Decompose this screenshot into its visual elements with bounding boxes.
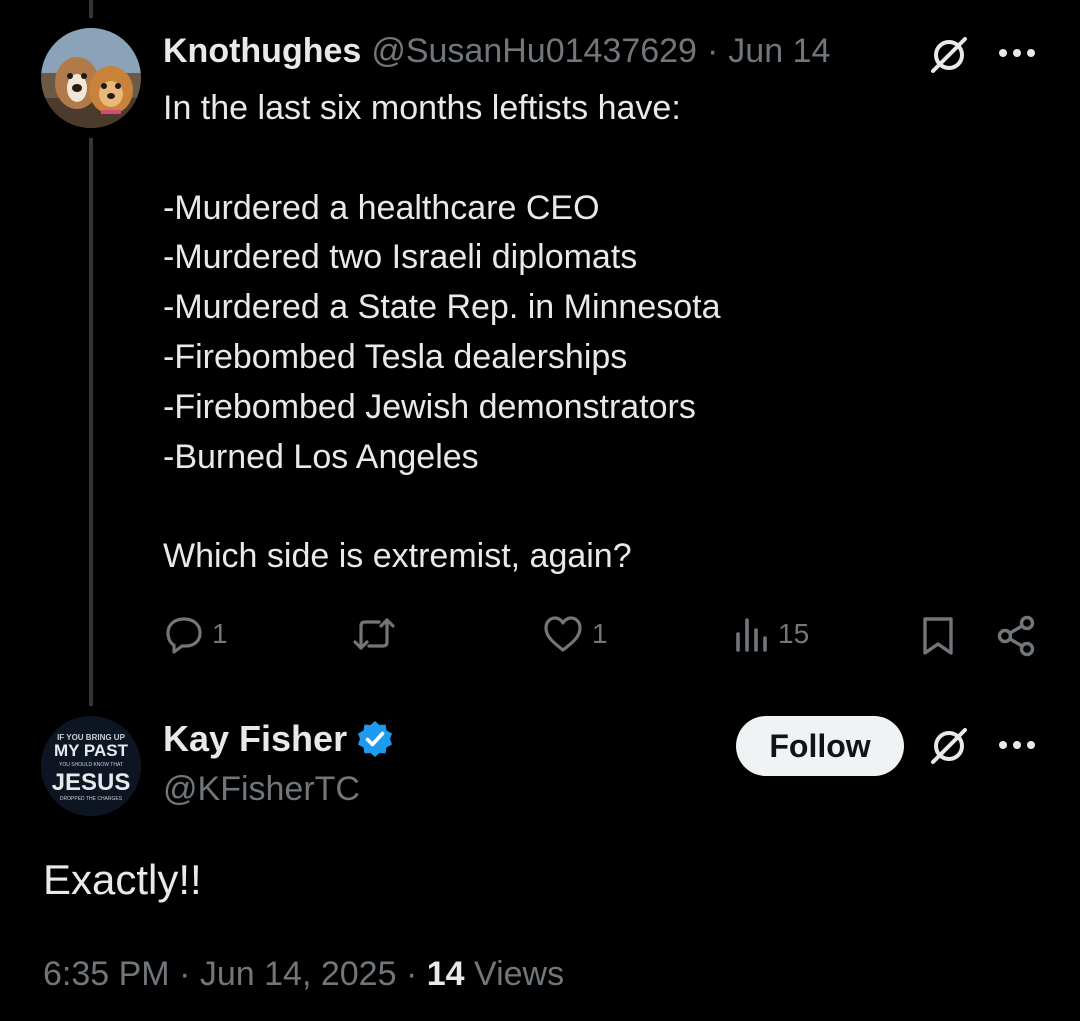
reply-display-name[interactable]: Kay Fisher — [163, 718, 347, 760]
reply-text: Exactly!! — [43, 856, 202, 903]
like-icon — [544, 616, 582, 652]
views-label: Views — [474, 955, 565, 993]
follow-button[interactable]: Follow — [736, 716, 904, 776]
reply-handle[interactable]: @KFisherTC — [163, 770, 360, 809]
bookmark-button[interactable] — [918, 614, 958, 658]
post-date[interactable]: Jun 14 — [728, 32, 830, 71]
meta-separator-2: · — [405, 955, 418, 993]
repost-icon — [353, 618, 395, 650]
post-time[interactable]: 6:35 PM — [43, 955, 170, 993]
thread-line-top — [89, 0, 93, 18]
post-header: Knothughes @SusanHu01437629 · Jun 14 — [163, 32, 830, 71]
grok-icon[interactable] — [926, 32, 972, 78]
reply-button[interactable]: 1 — [164, 614, 228, 654]
avatar-text-3: YOU SHOULD KNOW THAT — [59, 762, 123, 768]
avatar-text-5: DROPPED THE CHARGES — [60, 796, 123, 802]
display-name[interactable]: Knothughes — [163, 32, 361, 71]
repost-button[interactable] — [352, 614, 404, 654]
separator: · — [706, 32, 719, 70]
like-count: 1 — [592, 618, 608, 649]
post-meta: 6:35 PM · Jun 14, 2025 · 14 Views — [43, 955, 564, 994]
views-total: 14 — [426, 955, 465, 993]
avatar-text-2: MY PAST — [54, 741, 129, 760]
reply-count: 1 — [212, 618, 228, 649]
views-count: 15 — [778, 618, 810, 649]
avatar-text-4: JESUS — [52, 769, 131, 796]
views-icon — [736, 618, 767, 652]
handle[interactable]: @SusanHu01437629 — [371, 32, 697, 71]
share-button[interactable] — [994, 614, 1038, 658]
more-icon[interactable] — [996, 38, 1038, 68]
like-button[interactable]: 1 — [542, 614, 608, 654]
avatar-knothughes[interactable] — [41, 28, 141, 128]
post-full-date[interactable]: Jun 14, 2025 — [200, 955, 397, 993]
reply-header: Kay Fisher — [163, 718, 395, 760]
post-text: In the last six months leftists have: -M… — [163, 89, 721, 576]
thread-line — [89, 138, 93, 706]
reply-more-icon[interactable] — [996, 730, 1038, 760]
verified-badge-icon — [355, 719, 395, 759]
bookmark-icon — [923, 617, 953, 655]
meta-separator-1: · — [179, 955, 191, 993]
avatar-kay-fisher[interactable]: IF YOU BRING UP MY PAST YOU SHOULD KNOW … — [41, 716, 141, 816]
share-icon — [997, 615, 1035, 657]
views-button[interactable]: 15 — [734, 614, 809, 654]
reply-grok-icon[interactable] — [926, 723, 972, 769]
reply-icon — [166, 617, 202, 654]
